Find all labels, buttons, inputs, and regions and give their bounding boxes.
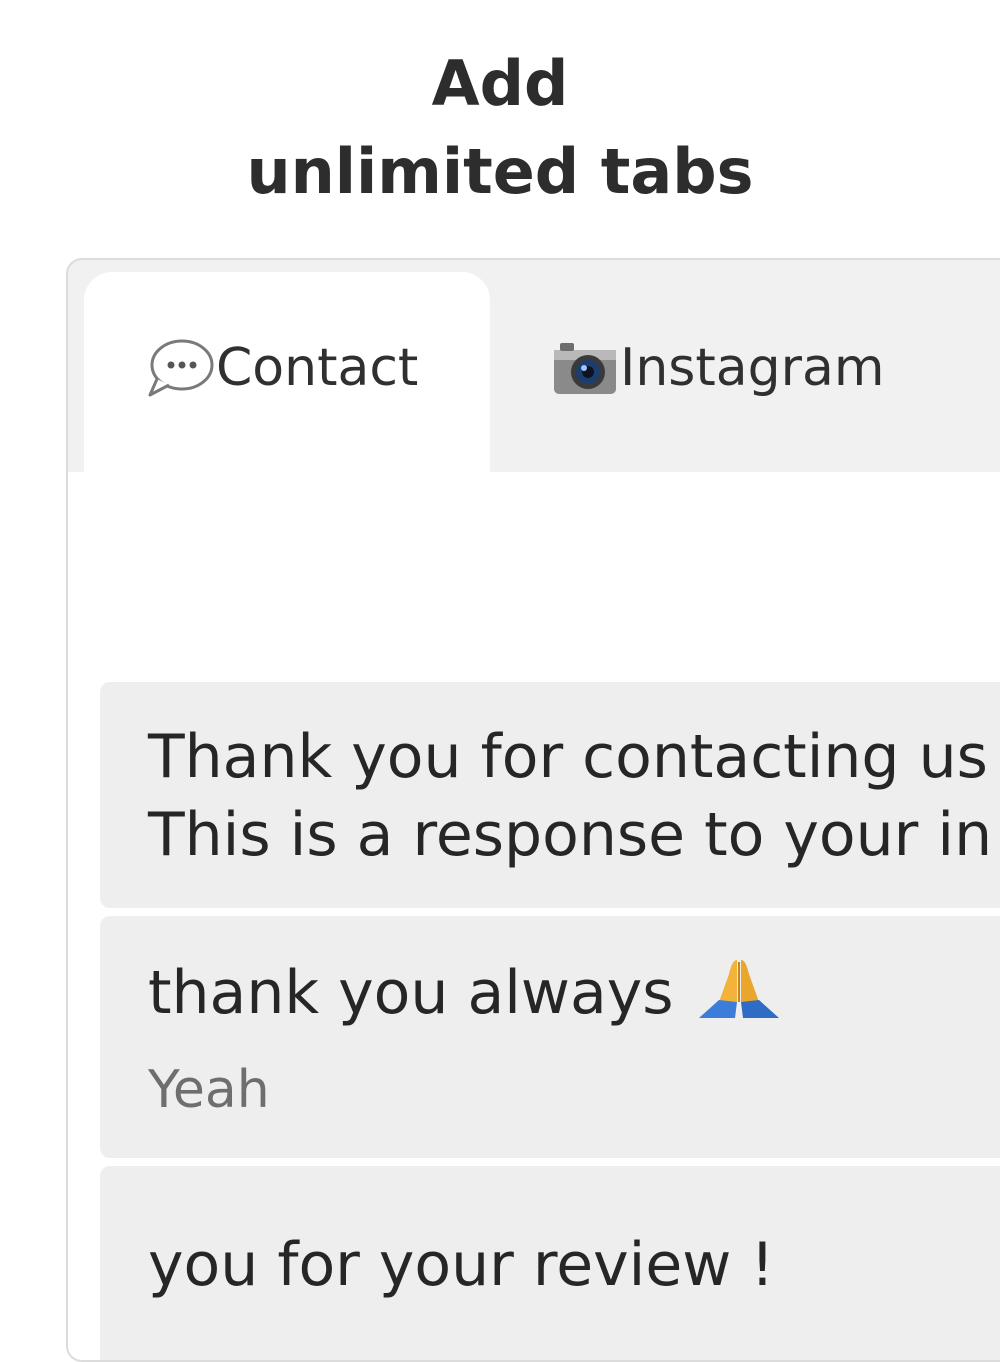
- message-bubble[interactable]: thank you always Yeah: [100, 916, 1000, 1158]
- message-text: Thank you for contacting us: [148, 722, 988, 792]
- message-bubble[interactable]: Thank you for contacting us This is a re…: [100, 682, 1000, 908]
- reply-text: Yeah: [148, 1060, 270, 1120]
- message-bubble[interactable]: you for your review !: [100, 1166, 1000, 1360]
- headline-line-1: Add: [431, 47, 569, 120]
- headline: Add unlimited tabs: [0, 40, 1000, 216]
- app-preview-frame: Instagram Contact Thank you for contacti…: [66, 258, 1000, 1362]
- headline-line-2: unlimited tabs: [246, 135, 754, 208]
- camera-icon: [550, 336, 620, 400]
- tab-instagram[interactable]: Instagram: [490, 272, 1000, 472]
- tab-label-instagram: Instagram: [620, 338, 885, 398]
- message-text: This is a response to your in: [148, 800, 993, 870]
- message-row: thank you always: [148, 956, 781, 1037]
- folded-hands-icon: [697, 956, 781, 1037]
- message-text: thank you always: [148, 958, 674, 1029]
- tab-label-contact: Contact: [216, 338, 419, 398]
- message-text: you for your review !: [148, 1230, 775, 1300]
- speech-bubble-icon: [146, 336, 216, 400]
- tab-contact[interactable]: Contact: [84, 272, 490, 472]
